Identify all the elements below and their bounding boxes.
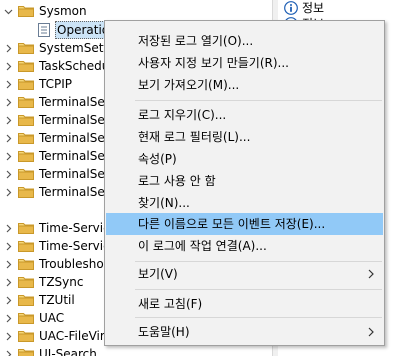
chevron-right-icon[interactable] xyxy=(4,278,13,287)
tree-item-label: UI-Search xyxy=(39,347,97,356)
folder-icon xyxy=(18,60,34,72)
tree-item-label: UAC xyxy=(39,311,65,325)
action-properties[interactable]: 정보 xyxy=(278,0,397,16)
context-menu: 저장된 로그 열기(O)... 사용자 지정 보기 만들기(R)... 보기 가… xyxy=(104,20,385,346)
tree-item-folder[interactable]: UI-Search xyxy=(0,345,272,356)
menu-item-clear-log[interactable]: 로그 지우기(C)... xyxy=(106,104,383,126)
folder-icon xyxy=(18,186,34,198)
chevron-down-icon[interactable] xyxy=(4,7,13,16)
chevron-right-icon[interactable] xyxy=(4,170,13,179)
menu-separator xyxy=(135,261,382,262)
tree-item-label: Sysmon xyxy=(39,4,87,18)
folder-icon xyxy=(18,5,34,17)
submenu-arrow-icon xyxy=(367,268,375,280)
menu-separator xyxy=(135,289,382,290)
folder-icon xyxy=(18,312,34,324)
menu-item-label: 이 로그에 작업 연결(A)... xyxy=(138,239,267,253)
tree-item-label: TCPIP xyxy=(39,77,73,91)
menu-item-label: 저장된 로그 열기(O)... xyxy=(138,34,254,48)
chevron-right-icon[interactable] xyxy=(4,224,13,233)
folder-icon xyxy=(18,276,34,288)
menu-item-label: 로그 사용 안 함 xyxy=(138,174,216,188)
tree-item-label: TZSync xyxy=(39,275,84,289)
menu-item-disable-log[interactable]: 로그 사용 안 함 xyxy=(106,170,383,192)
menu-separator xyxy=(135,100,382,101)
menu-item-label: 보기 가져오기(M)... xyxy=(138,78,240,92)
chevron-right-icon[interactable] xyxy=(4,188,13,197)
menu-item-find[interactable]: 찾기(N)... xyxy=(106,192,383,214)
chevron-right-icon[interactable] xyxy=(4,152,13,161)
folder-icon xyxy=(18,42,34,54)
menu-item-label: 도움말(H) xyxy=(138,325,190,339)
menu-item-open-saved-log[interactable]: 저장된 로그 열기(O)... xyxy=(106,30,383,52)
chevron-right-icon[interactable] xyxy=(4,80,13,89)
folder-icon xyxy=(18,168,34,180)
chevron-right-icon[interactable] xyxy=(4,314,13,323)
menu-item-label: 속성(P) xyxy=(138,152,177,166)
menu-separator xyxy=(135,317,382,318)
action-label: 정보 xyxy=(302,1,325,15)
menu-item-import-view[interactable]: 보기 가져오기(M)... xyxy=(106,74,383,96)
menu-item-label: 찾기(N)... xyxy=(138,196,190,210)
folder-icon xyxy=(18,222,34,234)
chevron-right-icon[interactable] xyxy=(4,116,13,125)
chevron-right-icon[interactable] xyxy=(4,44,13,53)
log-file-icon xyxy=(37,23,51,37)
info-icon xyxy=(284,1,298,15)
menu-item-label: 사용자 지정 보기 만들기(R)... xyxy=(138,56,289,70)
folder-icon xyxy=(18,96,34,108)
menu-item-label: 보기(V) xyxy=(138,267,178,281)
folder-icon xyxy=(18,240,34,252)
submenu-arrow-icon xyxy=(367,326,375,338)
menu-item-create-custom-view[interactable]: 사용자 지정 보기 만들기(R)... xyxy=(106,52,383,74)
folder-icon xyxy=(18,78,34,90)
tree-item-label: TZUtil xyxy=(39,293,75,307)
folder-icon xyxy=(18,294,34,306)
folder-icon xyxy=(18,348,34,356)
folder-icon xyxy=(18,132,34,144)
menu-item-properties[interactable]: 속성(P) xyxy=(106,148,383,170)
menu-item-filter-current-log[interactable]: 현재 로그 필터링(L)... xyxy=(106,126,383,148)
menu-item-label: 현재 로그 필터링(L)... xyxy=(138,130,251,144)
chevron-right-icon[interactable] xyxy=(4,242,13,251)
folder-icon xyxy=(18,150,34,162)
chevron-right-icon[interactable] xyxy=(4,98,13,107)
chevron-right-icon[interactable] xyxy=(4,350,13,356)
chevron-right-icon[interactable] xyxy=(4,296,13,305)
chevron-right-icon[interactable] xyxy=(4,134,13,143)
menu-item-label: 로그 지우기(C)... xyxy=(138,108,227,122)
menu-item-label: 다른 이름으로 모든 이벤트 저장(E)... xyxy=(138,217,326,231)
menu-item-save-all-events-as[interactable]: 다른 이름으로 모든 이벤트 저장(E)... xyxy=(106,213,383,235)
menu-item-label: 새로 고침(F) xyxy=(138,297,203,311)
folder-icon xyxy=(18,258,34,270)
menu-item-attach-task[interactable]: 이 로그에 작업 연결(A)... xyxy=(106,235,383,257)
folder-icon xyxy=(18,330,34,342)
menu-item-help[interactable]: 도움말(H) xyxy=(106,321,383,343)
menu-item-view[interactable]: 보기(V) xyxy=(106,263,383,285)
tree-item-sysmon[interactable]: Sysmon xyxy=(0,2,272,20)
chevron-right-icon[interactable] xyxy=(4,332,13,341)
folder-icon xyxy=(18,114,34,126)
menu-item-refresh[interactable]: 새로 고침(F) xyxy=(106,293,383,315)
chevron-right-icon[interactable] xyxy=(4,62,13,71)
chevron-right-icon[interactable] xyxy=(4,260,13,269)
